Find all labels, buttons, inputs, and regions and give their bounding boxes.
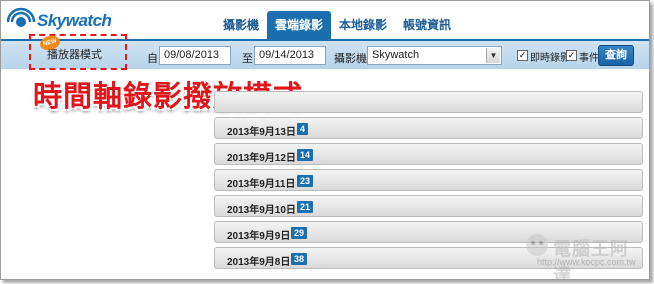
recording-day-date: 2013年9月10日 [227, 205, 296, 216]
recording-day-date: 2013年9月9日 [227, 231, 291, 242]
camera-select-value: Skywatch [372, 49, 420, 61]
camera-select[interactable]: Skywatch ▼ [367, 46, 502, 65]
tab-account-info[interactable]: 帳號資訊 [395, 11, 459, 39]
site-watermark: 電腦王阿達 http://www.kocpc.com.tw [523, 229, 643, 279]
recording-day-date: 2013年9月8日 [227, 257, 291, 268]
recording-count-badge: 4 [297, 123, 309, 135]
realtime-checkbox-label: 即時錄影 [530, 53, 570, 64]
recording-day-date: 2013年9月11日 [227, 179, 296, 190]
watermark-url: http://www.kocpc.com.tw [537, 257, 636, 267]
recording-day-row[interactable]: 2013年9月11日 23 [214, 169, 643, 191]
chevron-down-icon[interactable]: ▼ [486, 48, 500, 63]
recording-day-row[interactable]: 2013年9月12日 14 [214, 143, 643, 165]
wifi-eye-icon [6, 7, 36, 27]
tab-local-recordings[interactable]: 本地錄影 [331, 11, 395, 39]
skywatch-logo[interactable]: Skywatch [6, 5, 117, 37]
app-window: Skywatch 攝影機 雲端錄影 本地錄影 帳號資訊 自: 09/08/201… [0, 0, 650, 280]
camera-label: 攝影機: [334, 53, 371, 65]
recording-day-date: 2013年9月13日 [227, 127, 296, 138]
realtime-checkbox[interactable]: ✓ [517, 50, 528, 61]
event-checkbox[interactable]: ✓ [566, 50, 577, 61]
recording-count-badge: 38 [291, 253, 308, 265]
logo-text: Skywatch [37, 11, 112, 30]
recording-day-row[interactable] [214, 91, 643, 113]
recording-count-badge: 29 [291, 227, 308, 239]
query-button[interactable]: 查詢 [598, 45, 634, 66]
tab-cameras[interactable]: 攝影機 [215, 11, 267, 39]
player-mode-link[interactable]: 播放器模式 [47, 46, 102, 62]
tab-cloud-recordings[interactable]: 雲端錄影 [267, 11, 332, 39]
player-mode-highlight[interactable]: NEW 播放器模式 [29, 33, 127, 70]
mascot-icon [526, 234, 548, 256]
recording-day-row[interactable]: 2013年9月10日 21 [214, 195, 643, 217]
main-nav: 攝影機 雲端錄影 本地錄影 帳號資訊 [215, 11, 459, 39]
recording-day-row[interactable]: 2013年9月13日 4 [214, 117, 643, 139]
recording-count-badge: 21 [297, 201, 314, 213]
event-checkbox-label: 事件 [579, 53, 599, 64]
recording-day-date: 2013年9月12日 [227, 153, 296, 164]
recording-count-badge: 23 [297, 175, 314, 187]
to-date-input[interactable]: 09/14/2013 [254, 46, 326, 65]
from-date-input[interactable]: 09/08/2013 [159, 46, 231, 65]
recording-count-badge: 14 [297, 149, 314, 161]
